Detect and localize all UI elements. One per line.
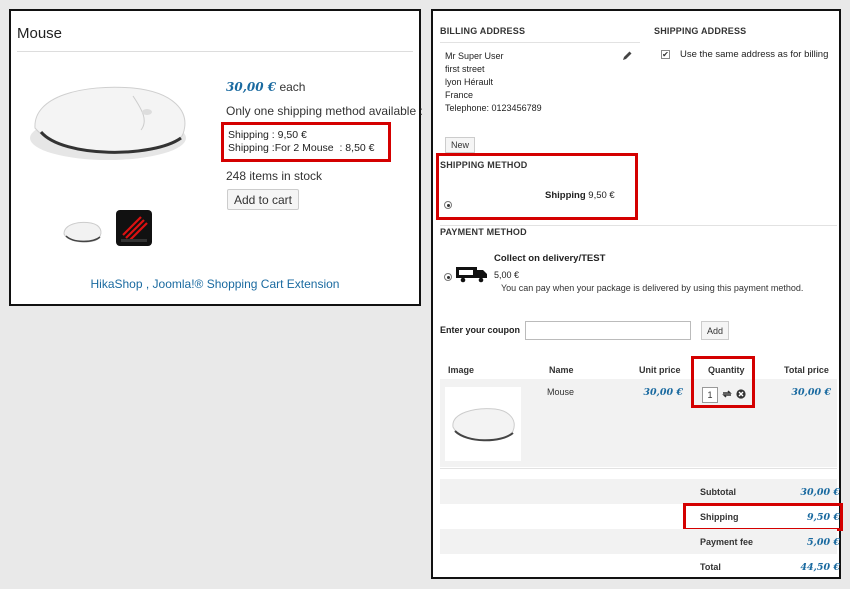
payment-radio[interactable] xyxy=(444,273,452,281)
subtotal-label: Subtotal xyxy=(700,487,736,497)
shipping-rate-line: Shipping :For 2 Mouse : 8,50 € xyxy=(228,142,375,154)
divider xyxy=(440,468,837,469)
address-line: Telephone: 0123456789 xyxy=(445,103,542,113)
summary-row-payment-fee: Payment fee 5,00 € xyxy=(440,529,840,554)
divider xyxy=(440,225,837,226)
product-title: Mouse xyxy=(17,25,63,42)
divider xyxy=(17,51,413,52)
address-line: lyon Hérault xyxy=(445,77,494,87)
shipping-option-name: Shipping xyxy=(545,190,586,201)
checkout-panel: BILLING ADDRESS SHIPPING ADDRESS Mr Supe… xyxy=(431,9,843,579)
cart-item-image xyxy=(445,387,521,461)
product-panel: Mouse 30,00 € each Only one shipping met… xyxy=(9,9,423,306)
new-address-button[interactable]: New xyxy=(445,137,475,153)
shipping-total-highlight xyxy=(683,503,843,531)
shipping-option-price: 9,50 € xyxy=(588,190,615,201)
stock-count: 248 items in stock xyxy=(226,169,323,183)
product-price: 30,00 € xyxy=(226,80,277,94)
thumbnail-mouse[interactable] xyxy=(61,216,103,248)
shipping-rates-highlight: Shipping : 9,50 € Shipping :For 2 Mouse … xyxy=(221,122,391,162)
address-line: France xyxy=(445,90,474,100)
payment-price: 5,00 € xyxy=(494,270,520,280)
col-image: Image xyxy=(448,365,475,375)
thumbnail-logo[interactable] xyxy=(115,209,153,247)
product-price-line: 30,00 € each xyxy=(226,80,305,94)
coupon-input[interactable] xyxy=(525,321,691,340)
same-address-label: Use the same address as for billing xyxy=(680,49,829,60)
edit-pencil-icon[interactable] xyxy=(621,50,633,62)
payment-method-heading: PAYMENT METHOD xyxy=(440,227,527,237)
cart-item-name: Mouse xyxy=(547,387,575,397)
shipping-notice: Only one shipping method available : xyxy=(226,104,423,118)
col-total-price: Total price xyxy=(784,365,829,375)
truck-icon xyxy=(456,267,487,283)
same-address-checkbox[interactable]: ✔ xyxy=(661,50,670,59)
col-name: Name xyxy=(549,365,574,375)
payment-fee-label: Payment fee xyxy=(700,537,754,547)
payment-description: You can pay when your package is deliver… xyxy=(501,283,804,293)
payment-fee-value: 5,00 € xyxy=(806,537,840,548)
price-suffix: each xyxy=(279,80,306,94)
shipping-address-heading: SHIPPING ADDRESS xyxy=(654,26,747,36)
summary-row-subtotal: Subtotal 30,00 € xyxy=(440,479,840,504)
divider xyxy=(440,42,640,43)
cart-item-total: 30,00 € xyxy=(791,387,831,398)
footer-link[interactable]: HikaShop , Joomla!® Shopping Cart Extens… xyxy=(11,277,419,291)
quantity-input[interactable]: 1 xyxy=(702,387,718,403)
shipping-option: Shipping 9,50 € xyxy=(545,190,615,201)
shipping-radio[interactable] xyxy=(444,201,452,209)
col-unit-price: Unit price xyxy=(639,365,681,375)
coupon-add-button[interactable]: Add xyxy=(701,321,729,340)
refresh-icon[interactable] xyxy=(722,389,732,399)
billing-address-heading: BILLING ADDRESS xyxy=(440,26,526,36)
total-label: Total xyxy=(700,562,721,572)
coupon-label: Enter your coupon xyxy=(440,325,521,335)
payment-name: Collect on delivery/TEST xyxy=(494,253,606,264)
summary-row-total: Total 44,50 € xyxy=(440,554,840,579)
billing-address: Mr Super User first street lyon Hérault … xyxy=(445,50,542,115)
remove-icon[interactable] xyxy=(736,389,746,399)
add-to-cart-button[interactable]: Add to cart xyxy=(227,189,299,210)
quantity-highlight xyxy=(691,356,755,408)
shipping-rate-line: Shipping : 9,50 € xyxy=(228,129,307,141)
shipping-method-heading: SHIPPING METHOD xyxy=(440,160,528,170)
cart-item-unit-price: 30,00 € xyxy=(643,387,683,398)
address-line: Mr Super User xyxy=(445,51,504,61)
subtotal-value: 30,00 € xyxy=(800,487,840,498)
product-image[interactable] xyxy=(23,66,193,176)
total-value: 44,50 € xyxy=(800,562,840,573)
address-line: first street xyxy=(445,64,485,74)
